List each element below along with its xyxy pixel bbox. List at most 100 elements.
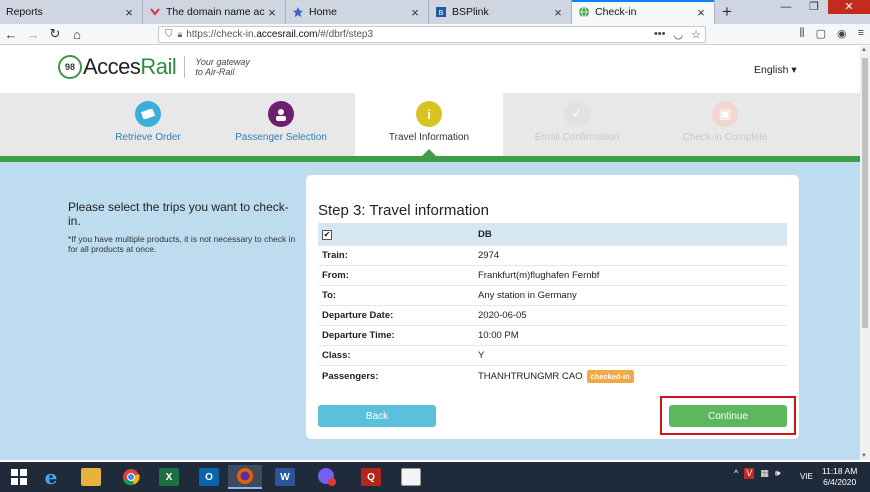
- chrome-icon[interactable]: [114, 465, 148, 489]
- travel-info-table: ✔ DB Train: 2974 From: Frankfurt(m)flugh…: [318, 223, 787, 386]
- viber-icon[interactable]: [310, 465, 344, 489]
- close-icon[interactable]: ×: [694, 5, 708, 20]
- minimize-icon[interactable]: —: [772, 0, 800, 14]
- pocket-save-icon[interactable]: ◡: [674, 28, 684, 41]
- card-title: Step 3: Travel information: [318, 202, 489, 219]
- trip-checkbox[interactable]: ✔: [322, 229, 332, 240]
- restore-icon[interactable]: ❐: [800, 0, 828, 14]
- tagline-line1: Your gateway: [195, 57, 250, 67]
- tray-chevron-icon[interactable]: ^: [734, 468, 738, 479]
- volume-icon[interactable]: 🕪︎: [775, 468, 781, 479]
- tab-home[interactable]: Home ×: [286, 0, 429, 24]
- intro-text: Please select the trips you want to chec…: [68, 200, 298, 254]
- table-row: Train: 2974: [318, 246, 787, 266]
- forward-arrow-icon[interactable]: →: [22, 27, 44, 42]
- firefox-icon[interactable]: [228, 465, 262, 489]
- logo-divider: [184, 56, 186, 78]
- windows-start-icon[interactable]: [2, 465, 36, 489]
- lock-icon[interactable]: 🔒︎: [178, 29, 183, 40]
- tab-domain-name[interactable]: The domain name accessrail.co ×: [143, 0, 286, 24]
- tab-reports[interactable]: Reports ×: [0, 0, 143, 24]
- taskbar-clock[interactable]: 11:18 AM 6/4/2020: [822, 466, 857, 488]
- star-icon: [293, 7, 303, 17]
- account-icon[interactable]: ◉: [837, 27, 847, 40]
- tagline-line2: to Air-Rail: [195, 67, 235, 77]
- table-row: From: Frankfurt(m)flughafen Fernbf: [318, 266, 787, 286]
- step-label: Travel Information: [388, 132, 470, 143]
- tray-app-icon[interactable]: V: [744, 468, 755, 479]
- sidebar-icon[interactable]: ▢: [816, 27, 826, 40]
- window-controls: — ❐ ✕: [772, 0, 870, 22]
- library-icon[interactable]: ⫼: [800, 27, 805, 40]
- back-arrow-icon[interactable]: ←: [0, 27, 22, 42]
- checkmark-icon: ✓: [564, 101, 590, 127]
- new-tab-button[interactable]: +: [715, 0, 739, 24]
- row-label: From:: [322, 270, 349, 281]
- info-icon: i: [416, 101, 442, 127]
- accesrail-logo[interactable]: 98 AccesRail Your gateway to Air-Rail: [58, 54, 250, 80]
- internet-explorer-icon[interactable]: e: [34, 465, 68, 489]
- input-language[interactable]: VIE: [800, 472, 813, 481]
- step-label: Passenger Selection: [235, 132, 327, 143]
- excel-icon[interactable]: X: [152, 465, 186, 489]
- scrollbar-thumb[interactable]: [862, 58, 868, 328]
- language-selector[interactable]: English ▾: [754, 64, 797, 76]
- row-label: Passengers:: [322, 370, 379, 382]
- step-email-confirmation: ✓ Email Confirmation: [503, 93, 651, 156]
- row-value: 2020-06-05: [478, 310, 527, 321]
- logo-mark: 98: [58, 55, 82, 79]
- table-row: Passengers: THANHTRUNGMR CAO checked-in: [318, 366, 787, 386]
- system-tray: ^ V ▦ 🕪︎: [734, 468, 780, 479]
- url-text[interactable]: https://check-in.accesrail.com/#/dbrf/st…: [186, 29, 373, 40]
- step-label: Retrieve Order: [115, 132, 181, 143]
- bookmark-star-icon[interactable]: ☆: [691, 28, 701, 41]
- row-value: Any station in Germany: [478, 290, 577, 301]
- app-paint-icon[interactable]: [394, 465, 428, 489]
- word-icon[interactable]: W: [268, 465, 302, 489]
- row-value: THANHTRUNGMR CAO checked-in: [478, 369, 787, 383]
- file-explorer-icon[interactable]: [74, 465, 108, 489]
- table-row: Departure Time: 10:00 PM: [318, 326, 787, 346]
- step-travel-information[interactable]: i Travel Information: [355, 93, 503, 157]
- app-qik-icon[interactable]: Q: [354, 465, 388, 489]
- step-retrieve-order[interactable]: Retrieve Order: [74, 93, 222, 156]
- scroll-down-icon[interactable]: ▼: [861, 453, 867, 459]
- reload-icon[interactable]: ↻: [44, 26, 66, 42]
- url-tools: ••• ◡ ☆: [654, 28, 701, 41]
- ticket-icon: [135, 101, 161, 127]
- browser-tab-bar: Reports × The domain name accessrail.co …: [0, 0, 870, 24]
- scroll-up-icon[interactable]: ▲: [861, 47, 867, 53]
- page-scrollbar[interactable]: ▲ ▼: [860, 46, 870, 460]
- close-icon[interactable]: ×: [122, 5, 136, 20]
- row-label: To:: [322, 290, 337, 301]
- network-icon[interactable]: ▦: [760, 468, 769, 479]
- close-icon[interactable]: ×: [408, 5, 422, 20]
- url-bar[interactable]: ⛉ 🔒︎ https://check-in.accesrail.com/#/db…: [158, 26, 706, 43]
- step-label: Email Confirmation: [534, 132, 620, 143]
- shield-icon[interactable]: ⛉: [165, 29, 173, 40]
- operator-name: DB: [478, 229, 492, 240]
- back-button[interactable]: Back: [318, 405, 436, 427]
- step-passenger-selection[interactable]: Passenger Selection: [207, 93, 355, 156]
- tab-bsplink[interactable]: B BSPlink ×: [429, 0, 572, 24]
- menu-icon[interactable]: ≡: [858, 27, 864, 40]
- row-value: Y: [478, 350, 485, 361]
- windows-taskbar: e X O W Q ^ V ▦ 🕪︎ VIE 11:18 AM 6/4/2020: [0, 462, 870, 492]
- row-label: Departure Time:: [322, 330, 395, 341]
- home-icon[interactable]: ⌂: [66, 27, 88, 42]
- row-label: Departure Date:: [322, 310, 394, 321]
- close-icon[interactable]: ×: [265, 5, 279, 20]
- window-close-icon[interactable]: ✕: [828, 0, 870, 14]
- checked-in-badge: checked-in: [586, 369, 634, 383]
- row-label: Class:: [322, 350, 351, 361]
- url-scheme: https://check-in.: [186, 29, 257, 40]
- tab-title: Reports: [6, 6, 43, 18]
- navigation-bar: ← → ↻ ⌂ ⛉ 🔒︎ https://check-in.accesrail.…: [0, 24, 870, 45]
- close-icon[interactable]: ×: [551, 5, 565, 20]
- url-path: /#/dbrf/step3: [317, 29, 374, 40]
- tab-check-in[interactable]: Check-in ×: [572, 0, 715, 24]
- outlook-icon[interactable]: O: [192, 465, 226, 489]
- more-dots-icon[interactable]: •••: [654, 28, 666, 41]
- pocket-icon: [150, 8, 160, 16]
- table-row: Departure Date: 2020-06-05: [318, 306, 787, 326]
